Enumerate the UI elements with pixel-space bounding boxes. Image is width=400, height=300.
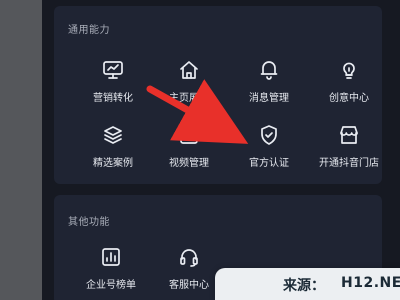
tile-video-management[interactable]: 视频管理	[150, 123, 228, 175]
home-icon	[177, 58, 201, 82]
lightbulb-icon	[337, 58, 361, 82]
store-icon	[337, 123, 361, 147]
tile-creative-center[interactable]: 创意中心	[310, 58, 388, 110]
source-watermark: 来源： H12.NET	[215, 268, 400, 300]
tile-label: 官方认证	[249, 158, 289, 169]
shield-check-icon	[257, 123, 281, 147]
tile-label: 主页展示	[169, 93, 209, 104]
tile-label: 开通抖音门店	[319, 158, 379, 169]
tile-open-douyin-store[interactable]: 开通抖音门店	[310, 123, 388, 175]
watermark-label: 来源：	[283, 278, 325, 294]
tile-label: 创意中心	[329, 93, 369, 104]
section-title-common: 通用能力	[68, 25, 110, 36]
tile-marketing-conversion[interactable]: 营销转化	[74, 58, 152, 110]
tile-featured-cases[interactable]: 精选案例	[74, 123, 152, 175]
tile-homepage-display[interactable]: 主页展示	[150, 58, 228, 110]
tile-enterprise-ranking[interactable]: 企业号榜单	[72, 245, 150, 297]
tile-label: 企业号榜单	[86, 280, 136, 291]
monitor-chart-icon	[101, 58, 125, 82]
screen: 通用能力 营销转化 主页展示 消息管理 创意中心 精选案例 视频管理 官方认证 …	[0, 0, 400, 300]
side-strip	[0, 0, 42, 300]
common-capabilities-card: 通用能力 营销转化 主页展示 消息管理 创意中心 精选案例 视频管理 官方认证 …	[54, 6, 382, 184]
tile-message-management[interactable]: 消息管理	[230, 58, 308, 110]
section-title-other: 其他功能	[68, 217, 110, 228]
layers-icon	[101, 123, 125, 147]
watermark-domain: H12.NET	[341, 275, 400, 291]
bell-icon	[257, 58, 281, 82]
headset-icon	[177, 245, 201, 269]
bar-chart-icon	[99, 245, 123, 269]
tile-label: 消息管理	[249, 93, 289, 104]
tile-label: 视频管理	[169, 158, 209, 169]
tile-official-verification[interactable]: 官方认证	[230, 123, 308, 175]
tile-label: 营销转化	[93, 93, 133, 104]
tile-label: 精选案例	[93, 158, 133, 169]
capability-panel: 通用能力 营销转化 主页展示 消息管理 创意中心 精选案例 视频管理 官方认证 …	[42, 0, 400, 300]
video-folder-icon	[177, 123, 201, 147]
